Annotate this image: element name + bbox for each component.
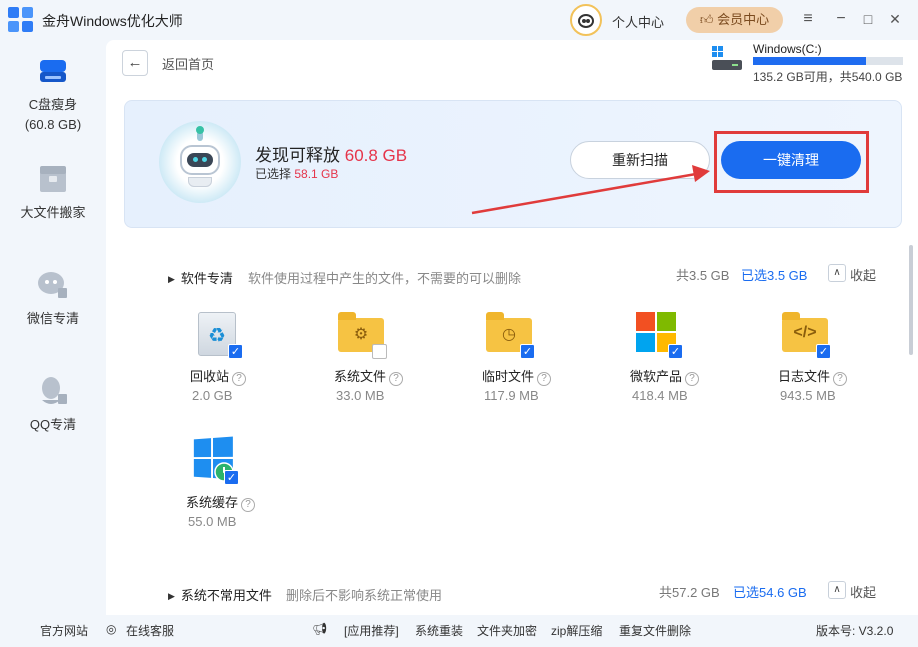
back-home-link[interactable]: 返回首页: [162, 54, 214, 73]
sidebar-item-sub: (60.8 GB): [24, 117, 82, 132]
back-arrow-icon[interactable]: ←: [122, 50, 148, 76]
footer-link[interactable]: 系统重装: [415, 622, 463, 639]
disk-icon: [36, 54, 70, 88]
checkbox-checked[interactable]: ✓: [668, 344, 683, 359]
qq-brush-icon: [36, 374, 70, 408]
thumbs-up-icon: 👍︎: [699, 12, 714, 27]
version-label: 版本号: V3.2.0: [816, 624, 894, 638]
drive-name: Windows(C:): [753, 42, 822, 56]
sidebar-item-c-drive[interactable]: C盘瘦身 (60.8 GB): [0, 54, 106, 132]
sidebar-item-label: C盘瘦身: [28, 97, 78, 112]
app-title: 金舟Windows优化大师: [42, 13, 183, 29]
minimize-button[interactable]: −: [830, 8, 852, 30]
sidebar-item-label: 微信专清: [26, 311, 79, 326]
maximize-button[interactable]: □: [857, 8, 879, 30]
drive-usage-text: 135.2 GB可用，共540.0 GB: [753, 70, 903, 84]
sidebar: C盘瘦身 (60.8 GB) 大文件搬家 微信专清 QQ专清: [0, 40, 106, 615]
personal-center-link[interactable]: 个人中心: [612, 12, 664, 31]
collapse-up-icon[interactable]: ∧: [828, 264, 846, 282]
checkbox-unchecked[interactable]: ✓: [372, 344, 387, 359]
selected-summary: 已选择 58.1 GB: [255, 167, 339, 181]
section-total: 共57.2 GB: [659, 585, 720, 600]
help-icon: ?: [241, 498, 256, 512]
scrollbar[interactable]: [909, 245, 913, 355]
scan-result-card: 发现可释放 60.8 GB 已选择 58.1 GB 重新扫描 一键清理: [124, 100, 902, 228]
section-selected: 已选54.6 GB: [733, 585, 807, 600]
close-button[interactable]: ✕: [884, 8, 906, 30]
checkbox-checked[interactable]: ✓: [224, 470, 239, 485]
found-summary: 发现可释放 60.8 GB: [255, 146, 408, 165]
sidebar-item-label: QQ专清: [29, 417, 77, 432]
selected-value: 58.1 GB: [294, 167, 339, 181]
vip-center-button[interactable]: 👍︎ 会员中心: [686, 7, 783, 33]
sidebar-item-label: 大文件搬家: [20, 205, 86, 220]
collapse-label[interactable]: 收起: [850, 265, 876, 284]
box-icon: [36, 162, 70, 196]
vip-center-label: 会员中心: [717, 12, 770, 27]
help-icon: ?: [389, 372, 404, 386]
section-selected: 已选3.5 GB: [741, 268, 808, 283]
online-service-link[interactable]: 在线客服: [126, 622, 174, 639]
found-value: 60.8 GB: [344, 146, 408, 165]
help-icon: ?: [232, 372, 247, 386]
rescan-button[interactable]: 重新扫描: [570, 141, 710, 179]
bottom-bar: 官方网站 ◎ 在线客服 📢︎ [应用推荐] 系统重装 文件夹加密 zip解压缩 …: [0, 615, 918, 647]
collapse-up-icon[interactable]: ∧: [828, 581, 846, 599]
checkbox-checked[interactable]: ✓: [228, 344, 243, 359]
sidebar-item-wechat[interactable]: 微信专清: [0, 268, 106, 327]
headset-icon: ◎: [106, 622, 117, 636]
section-desc: 软件使用过程中产生的文件，不需要的可以删除: [248, 271, 522, 286]
app-recommend-label: [应用推荐]: [344, 624, 399, 638]
menu-icon[interactable]: ≡: [797, 8, 819, 30]
footer-link[interactable]: zip解压缩: [551, 622, 602, 639]
help-icon: ?: [833, 372, 848, 386]
drive-icon: [712, 46, 742, 72]
footer-link[interactable]: 文件夹加密: [477, 622, 537, 639]
robot-icon: [159, 121, 241, 203]
app-logo-icon: [8, 7, 34, 33]
collapse-label[interactable]: 收起: [850, 582, 876, 601]
sidebar-item-qq[interactable]: QQ专清: [0, 374, 106, 433]
help-icon: ?: [537, 372, 552, 386]
drive-usage-bar: [753, 57, 903, 65]
checkbox-checked[interactable]: ✓: [520, 344, 535, 359]
official-site-link[interactable]: 官方网站: [40, 622, 88, 639]
megaphone-icon: 📢︎: [312, 622, 328, 636]
help-icon: ?: [685, 372, 700, 386]
footer-link[interactable]: 重复文件删除: [619, 622, 691, 639]
checkbox-checked[interactable]: ✓: [816, 344, 831, 359]
sidebar-item-large-files[interactable]: 大文件搬家: [0, 162, 106, 221]
wechat-brush-icon: [36, 268, 70, 302]
title-bar: 金舟Windows优化大师 个人中心 👍︎ 会员中心 ≡ − □ ✕: [0, 0, 918, 40]
highlight-box: [714, 131, 869, 193]
avatar[interactable]: [570, 4, 602, 36]
section-title[interactable]: ▶ 软件专清: [168, 268, 233, 287]
section-total: 共3.5 GB: [676, 268, 730, 283]
main-panel: ← 返回首页 Windows(C:) 135.2 GB可用，共540.0 GB …: [106, 40, 918, 615]
section-desc: 删除后不影响系统正常使用: [286, 588, 443, 603]
section-title[interactable]: ▶ 系统不常用文件: [168, 585, 272, 604]
